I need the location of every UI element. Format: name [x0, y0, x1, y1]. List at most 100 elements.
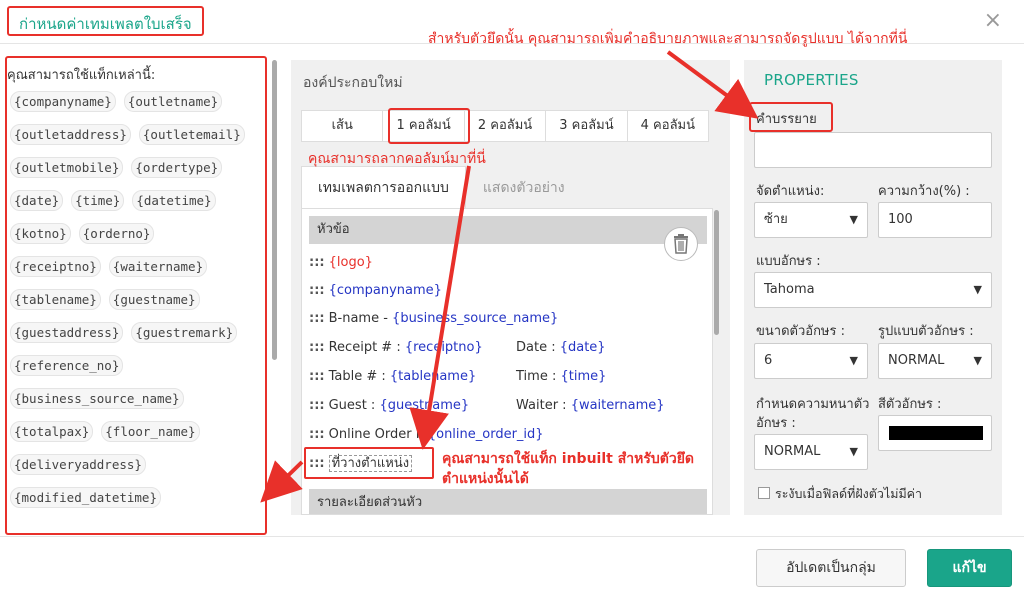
tag-chip[interactable]: {companyname}	[10, 91, 116, 112]
tag-waitername: {waitername}	[570, 398, 665, 413]
tag-chip[interactable]: {kotno}	[10, 223, 71, 244]
font-value: Tahoma	[764, 282, 815, 297]
chevron-down-icon: ▼	[973, 354, 982, 367]
row-waiter[interactable]: Waiter : {waitername}	[516, 396, 665, 416]
annotation-inbuilt-1: คุณสามารถใช้แท็ก inbuilt สำหรับตัวยึด	[442, 451, 694, 467]
annotation-drag: คุณสามารถลากคอลัมน์มาที่นี่	[308, 151, 486, 167]
tab-line[interactable]: เส้น	[302, 111, 384, 141]
row-date[interactable]: Date : {date}	[516, 338, 606, 358]
tag-chip[interactable]: {deliveryaddress}	[10, 454, 146, 475]
tag-chip[interactable]: {ordertype}	[131, 157, 223, 178]
row-bname[interactable]: ::: B-name - {business_source_name}	[309, 309, 558, 329]
tag-chip[interactable]: {outletmobile}	[10, 157, 124, 178]
edit-button[interactable]: แก้ไข	[927, 549, 1012, 587]
tab-design-template[interactable]: เทมเพลตการออกแบบ	[301, 166, 466, 208]
guest-label: Guest :	[328, 398, 380, 413]
modal-footer: อัปเดตเป็นกลุ่ม แก้ไข	[0, 536, 1024, 598]
tag-chip[interactable]: {orderno}	[78, 223, 155, 244]
receipt-template-modal: ก่าหนดค่าเทมเพลตใบเสร็จ × สำหรับตัวยึดนั…	[0, 0, 1024, 598]
row-placeholder[interactable]: ::: ที่วางตำแหน่ง	[309, 454, 413, 474]
font-select[interactable]: Tahoma ▼	[754, 272, 992, 308]
row-time[interactable]: Time : {time}	[516, 367, 606, 387]
section-header-details: รายละเอียดส่วนหัว	[309, 489, 707, 514]
drag-handle-icon[interactable]: :::	[309, 427, 325, 442]
tag-chip[interactable]: {floor_name}	[101, 421, 200, 442]
drag-handle-icon[interactable]: :::	[309, 398, 325, 413]
row-online-order[interactable]: ::: Online Order Id{online_order_id}	[309, 425, 544, 445]
modal-title: ก่าหนดค่าเทมเพลตใบเสร็จ	[7, 6, 204, 36]
width-label: ความกว้าง(%) :	[878, 184, 970, 199]
tag-chip[interactable]: {business_source_name}	[10, 388, 184, 409]
align-select[interactable]: ซ้าย ▼	[754, 202, 868, 238]
tag-chip[interactable]: {receiptno}	[10, 256, 101, 277]
drag-handle-icon[interactable]: :::	[309, 311, 325, 326]
section-header: หัวข้อ	[309, 216, 707, 244]
tab-2-column[interactable]: 2 คอลัมน์	[465, 111, 547, 141]
tags-panel: คุณสามารถใช้แท็กเหล่านี้: {companyname}{…	[5, 56, 267, 535]
placeholder-field[interactable]: ที่วางตำแหน่ง	[328, 455, 413, 472]
width-input[interactable]: 100	[878, 202, 992, 238]
properties-panel: PROPERTIES คำบรรยาย จัดตำแหน่ง: ความกว้า…	[744, 60, 1002, 515]
tag-chip[interactable]: {tablename}	[10, 289, 101, 310]
row-companyname[interactable]: ::: {companyname}	[309, 281, 442, 301]
weight-select[interactable]: NORMAL ▼	[754, 434, 868, 470]
color-swatch	[889, 426, 983, 440]
update-group-button[interactable]: อัปเดตเป็นกลุ่ม	[756, 549, 906, 587]
tag-chip[interactable]: {waitername}	[108, 256, 208, 277]
size-select[interactable]: 6 ▼	[754, 343, 868, 379]
drag-handle-icon[interactable]: :::	[309, 456, 325, 471]
tag-time: {time}	[560, 369, 607, 384]
suppress-checkbox[interactable]	[758, 487, 770, 499]
chevron-down-icon: ▼	[973, 283, 982, 296]
color-label: สีตัวอักษร :	[878, 397, 942, 412]
color-picker[interactable]	[878, 415, 992, 451]
description-input[interactable]	[754, 132, 992, 168]
tag-tablename: {tablename}	[389, 369, 477, 384]
date-label: Date :	[516, 340, 560, 355]
tag-chip[interactable]: {reference_no}	[10, 355, 124, 376]
tag-chip[interactable]: {totalpax}	[10, 421, 94, 442]
tag-chip[interactable]: {time}	[71, 190, 125, 211]
online-order-label: Online Order Id	[328, 427, 428, 442]
description-label: คำบรรยาย	[756, 112, 817, 127]
drag-handle-icon[interactable]: :::	[309, 255, 325, 270]
tab-1-column[interactable]: 1 คอลัมน์	[383, 111, 465, 141]
drag-handle-icon[interactable]: :::	[309, 283, 325, 298]
style-select[interactable]: NORMAL ▼	[878, 343, 992, 379]
tags-scrollbar[interactable]	[272, 60, 277, 360]
tag-online-order-id: {online_order_id}	[427, 427, 544, 442]
view-tabs: เทมเพลตการออกแบบ แสดงตัวอย่าง	[301, 166, 582, 208]
suppress-label: ระงับเมื่อฟิลด์ที่ฝังตัวไม่มีค่า	[775, 486, 923, 501]
tag-chip[interactable]: {guestaddress}	[10, 322, 124, 343]
tag-companyname: {companyname}	[328, 283, 442, 298]
drag-handle-icon[interactable]: :::	[309, 340, 325, 355]
tag-chip[interactable]: {guestname}	[108, 289, 200, 310]
row-guest[interactable]: ::: Guest : {guestname}	[309, 396, 469, 416]
tag-chip[interactable]: {outletname}	[123, 91, 223, 112]
weight-value: NORMAL	[764, 444, 821, 459]
tag-chip[interactable]: {outletemail}	[138, 124, 245, 145]
tab-3-column[interactable]: 3 คอลัมน์	[546, 111, 628, 141]
style-label: รูปแบบตัวอักษร :	[878, 324, 974, 339]
chevron-down-icon: ▼	[849, 213, 858, 226]
tag-business-source: {business_source_name}	[392, 311, 559, 326]
tag-chip[interactable]: {outletaddress}	[10, 124, 131, 145]
column-tabs: เส้น 1 คอลัมน์ 2 คอลัมน์ 3 คอลัมน์ 4 คอล…	[301, 110, 709, 142]
time-label: Time :	[516, 369, 561, 384]
row-receipt[interactable]: ::: Receipt # : {receiptno}	[309, 338, 483, 358]
style-value: NORMAL	[888, 353, 945, 368]
drag-handle-icon[interactable]: :::	[309, 369, 325, 384]
tag-guestname: {guestname}	[379, 398, 470, 413]
tag-logo: {logo}	[328, 255, 373, 270]
weight-label-2: อักษร :	[756, 416, 796, 431]
tag-chip[interactable]: {modified_datetime}	[10, 487, 161, 508]
tag-chip[interactable]: {datetime}	[132, 190, 216, 211]
row-table[interactable]: ::: Table # : {tablename}	[309, 367, 476, 387]
tag-chip[interactable]: {date}	[10, 190, 64, 211]
tag-chip[interactable]: {guestremark}	[131, 322, 238, 343]
row-logo[interactable]: ::: {logo}	[309, 253, 373, 273]
tab-preview[interactable]: แสดงตัวอย่าง	[466, 166, 582, 208]
close-icon[interactable]: ×	[984, 8, 1002, 33]
canvas-scrollbar[interactable]	[714, 210, 719, 335]
tab-4-column[interactable]: 4 คอลัมน์	[628, 111, 708, 141]
